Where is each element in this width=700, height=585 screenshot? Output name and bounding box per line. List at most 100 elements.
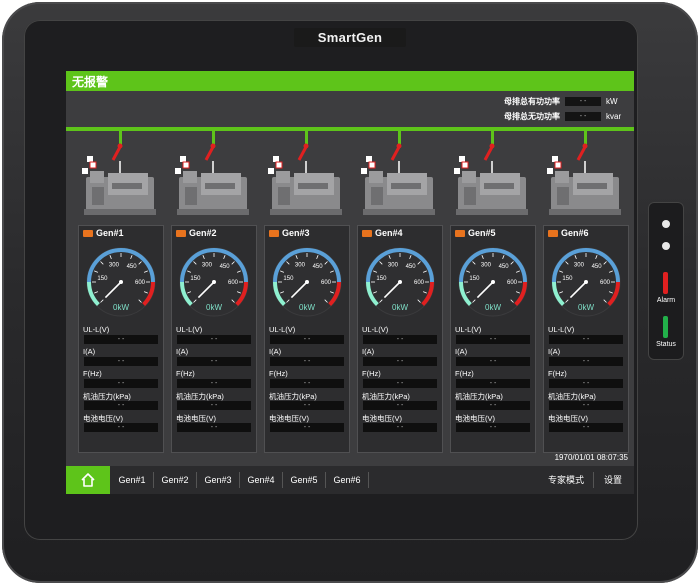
generator-icon — [362, 230, 372, 238]
brand-logo: SmartGen — [294, 28, 406, 47]
gauge-tick-label: 600 — [135, 280, 146, 286]
nav-tab-gen6[interactable]: Gen#6 — [327, 466, 367, 494]
gauge-tick-label: 300 — [295, 262, 306, 268]
field-value-i: - - — [84, 357, 158, 366]
gen-panel[interactable]: Gen#4 150 300 450 600 0kW UL-L(V) - - I(A) - - F(H… — [357, 225, 443, 453]
indicator-dot-bottom — [662, 242, 670, 250]
bus-active-power-label: 母排总有功功率 — [504, 97, 560, 106]
gen-panel[interactable]: Gen#2 150 300 450 600 0kW UL-L(V) - - I(A) - - F(H… — [171, 225, 257, 453]
field-value-bat: - - — [456, 423, 530, 432]
indicator-dot-top — [662, 220, 670, 228]
gen-panel-title: Gen#1 — [83, 228, 124, 238]
gauge-tick-label: 450 — [127, 264, 138, 270]
home-icon — [81, 473, 95, 487]
field-value-oil: - - — [84, 401, 158, 410]
gen-panel-title: Gen#6 — [548, 228, 589, 238]
gauge-tick-label: 600 — [321, 280, 332, 286]
field-value-bat: - - — [177, 423, 251, 432]
bus-active-power-row: 母排总有功功率 - - kW — [504, 96, 628, 107]
field-value-i: - - — [177, 357, 251, 366]
field-label-f: F(Hz) — [455, 369, 474, 378]
alarm-led — [663, 272, 668, 294]
field-label-ull: UL-L(V) — [548, 325, 575, 334]
gen-panel[interactable]: Gen#1 150 300 450 600 0kW UL-L(V) - - I(A) - - F(H… — [78, 225, 164, 453]
field-label-ull: UL-L(V) — [176, 325, 203, 334]
nav-tab-gen1[interactable]: Gen#1 — [112, 466, 152, 494]
field-value-ull: - - — [270, 335, 344, 344]
field-label-i: I(A) — [269, 347, 282, 356]
field-value-f: - - — [84, 379, 158, 388]
generator-icon — [176, 230, 186, 238]
gauge-tick-label: 450 — [499, 264, 510, 270]
bottom-nav: Gen#1 Gen#2 Gen#3 Gen#4 Gen#5 Gen#6 专家模式 设置 — [66, 466, 634, 494]
gauge-tick-label: 300 — [481, 262, 492, 268]
gen-power-readout: 0kW — [206, 303, 222, 312]
field-value-i: - - — [270, 357, 344, 366]
field-value-bat: - - — [84, 423, 158, 432]
field-label-ull: UL-L(V) — [455, 325, 482, 334]
nav-divider — [239, 472, 240, 488]
nav-tab-gen2[interactable]: Gen#2 — [155, 466, 195, 494]
genset-icon — [454, 143, 528, 215]
bus-reactive-power-value: - - — [565, 112, 601, 121]
gen-panel-title: Gen#5 — [455, 228, 496, 238]
gen-power-readout: 0kW — [578, 303, 594, 312]
gauge-tick-label: 150 — [562, 276, 573, 282]
field-value-ull: - - — [177, 335, 251, 344]
field-label-f: F(Hz) — [176, 369, 195, 378]
genset-icon — [547, 143, 621, 215]
nav-divider — [325, 472, 326, 488]
busbar-line — [66, 127, 634, 131]
field-label-f: F(Hz) — [362, 369, 381, 378]
field-value-i: - - — [456, 357, 530, 366]
gen-panel[interactable]: Gen#3 150 300 450 600 0kW UL-L(V) - - I(A) - - F(H… — [264, 225, 350, 453]
genset-icon — [82, 143, 156, 215]
field-label-i: I(A) — [362, 347, 375, 356]
field-label-ull: UL-L(V) — [269, 325, 296, 334]
gauge-tick-label: 450 — [313, 264, 324, 270]
screen: 无报警 母排总有功功率 - - kW 母排总无功功率 - - kvar Gen#… — [66, 71, 634, 494]
field-value-oil: - - — [549, 401, 623, 410]
field-value-f: - - — [363, 379, 437, 388]
gauge-tick-label: 300 — [202, 262, 213, 268]
settings-button[interactable]: 设置 — [594, 466, 632, 494]
gauge-tick-label: 150 — [376, 276, 387, 282]
nav-tab-gen3[interactable]: Gen#3 — [198, 466, 238, 494]
field-value-ull: - - — [84, 335, 158, 344]
home-button[interactable] — [66, 466, 110, 494]
gauge-tick-label: 150 — [190, 276, 201, 282]
field-label-f: F(Hz) — [269, 369, 288, 378]
gen-panel[interactable]: Gen#6 150 300 450 600 0kW UL-L(V) - - I(A) - - F(H… — [543, 225, 629, 453]
field-value-i: - - — [549, 357, 623, 366]
gauge-tick-label: 450 — [406, 264, 417, 270]
field-value-bat: - - — [363, 423, 437, 432]
genset-icon — [361, 143, 435, 215]
field-label-f: F(Hz) — [83, 369, 102, 378]
gen-power-readout: 0kW — [299, 303, 315, 312]
gen-panel-title: Gen#3 — [269, 228, 310, 238]
genset-icon — [268, 143, 342, 215]
nav-tab-gen4[interactable]: Gen#4 — [241, 466, 281, 494]
expert-mode-button[interactable]: 专家模式 — [541, 466, 591, 494]
gen-panel[interactable]: Gen#5 150 300 450 600 0kW UL-L(V) - - I(A) - - F(H… — [450, 225, 536, 453]
field-value-bat: - - — [549, 423, 623, 432]
generator-icon — [83, 230, 93, 238]
bus-reactive-power-unit: kvar — [606, 112, 622, 121]
alarm-status-text: 无报警 — [72, 75, 109, 89]
nav-divider — [368, 472, 369, 488]
field-label-i: I(A) — [455, 347, 468, 356]
bus-active-power-unit: kW — [606, 97, 618, 106]
gauge-tick-label: 150 — [469, 276, 480, 282]
datetime-display: 1970/01/01 08:07:35 — [554, 453, 628, 462]
field-label-i: I(A) — [83, 347, 96, 356]
gen-title-text: Gen#1 — [96, 228, 124, 238]
nav-tab-gen5[interactable]: Gen#5 — [284, 466, 324, 494]
gen-power-readout: 0kW — [113, 303, 129, 312]
side-indicator-panel: Alarm Status — [648, 202, 684, 360]
bus-reactive-power-label: 母排总无功功率 — [504, 112, 560, 121]
gauge-tick-label: 300 — [574, 262, 585, 268]
bus-active-power-value: - - — [565, 97, 601, 106]
gauge-tick-label: 300 — [388, 262, 399, 268]
field-value-ull: - - — [363, 335, 437, 344]
field-value-f: - - — [270, 379, 344, 388]
